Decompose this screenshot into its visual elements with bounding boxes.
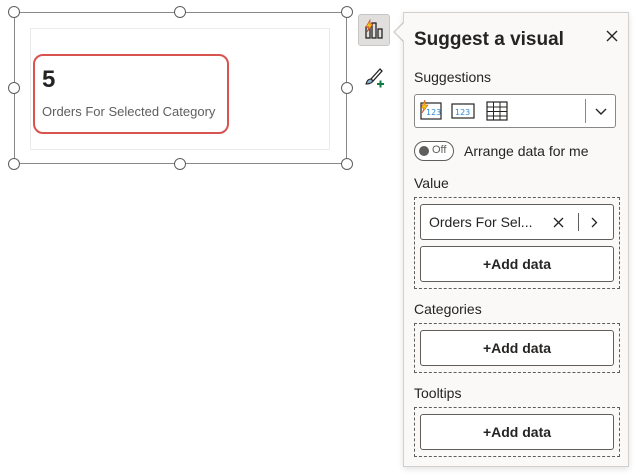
card-suggestion-icon: 123 xyxy=(420,100,442,120)
toggle-state-text: Off xyxy=(432,144,447,156)
resize-handle-middle-right[interactable] xyxy=(341,82,353,94)
resize-handle-bottom-center[interactable] xyxy=(174,158,186,170)
svg-text:123: 123 xyxy=(455,108,470,117)
suggest-visual-pane: Suggest a visual Suggestions 123 123 Off… xyxy=(403,12,629,467)
build-visual-icon xyxy=(365,19,383,39)
pane-pointer-fill xyxy=(395,23,404,41)
card-visual[interactable]: 5 Orders For Selected Category xyxy=(33,54,229,134)
resize-handle-bottom-left[interactable] xyxy=(8,158,20,170)
card-value: 5 xyxy=(42,66,56,93)
expand-field-button[interactable] xyxy=(587,214,601,230)
resize-handle-top-center[interactable] xyxy=(174,6,186,18)
suggestions-label: Suggestions xyxy=(414,69,492,85)
resize-handle-middle-left[interactable] xyxy=(8,82,20,94)
format-paintbrush-icon xyxy=(365,68,384,88)
resize-handle-bottom-right[interactable] xyxy=(341,158,353,170)
remove-field-button[interactable] xyxy=(551,215,565,229)
tooltips-label: Tooltips xyxy=(414,385,462,401)
value-field-pill[interactable]: Orders For Sel... xyxy=(420,204,614,240)
categories-add-data-button[interactable]: +Add data xyxy=(420,330,614,366)
pill-divider xyxy=(578,213,579,231)
suggestion-table[interactable] xyxy=(485,99,509,123)
categories-label: Categories xyxy=(414,301,482,317)
format-visual-button[interactable] xyxy=(358,62,390,94)
svg-text:123: 123 xyxy=(426,108,441,117)
resize-handle-top-left[interactable] xyxy=(8,6,20,18)
toggle-knob xyxy=(419,146,429,156)
close-icon xyxy=(606,30,618,42)
card-label: Orders For Selected Category xyxy=(42,104,216,119)
table-visual-icon xyxy=(486,101,508,121)
suggestion-card[interactable]: 123 xyxy=(419,99,443,123)
value-well: Orders For Sel... +Add data xyxy=(414,197,620,289)
suggestions-dropdown-button[interactable] xyxy=(592,103,610,121)
categories-well: +Add data xyxy=(414,323,620,373)
value-add-data-button[interactable]: +Add data xyxy=(420,246,614,282)
suggestions-picker[interactable]: 123 123 xyxy=(414,94,616,128)
close-button[interactable] xyxy=(604,28,620,44)
value-field-name: Orders For Sel... xyxy=(429,214,533,230)
suggestion-multirow-card[interactable]: 123 xyxy=(451,99,475,123)
arrange-data-label: Arrange data for me xyxy=(464,143,589,159)
pane-title: Suggest a visual xyxy=(414,29,564,50)
build-visual-button[interactable] xyxy=(358,14,390,46)
chevron-down-icon xyxy=(595,108,607,115)
suggestions-divider xyxy=(585,99,586,123)
tooltips-add-data-button[interactable]: +Add data xyxy=(420,414,614,450)
close-icon xyxy=(553,217,563,227)
resize-handle-top-right[interactable] xyxy=(341,6,353,18)
chevron-right-icon xyxy=(591,217,597,227)
value-label: Value xyxy=(414,175,449,191)
multirow-card-icon: 123 xyxy=(451,103,475,119)
arrange-data-toggle[interactable]: Off xyxy=(414,141,454,161)
tooltips-well: +Add data xyxy=(414,407,620,457)
